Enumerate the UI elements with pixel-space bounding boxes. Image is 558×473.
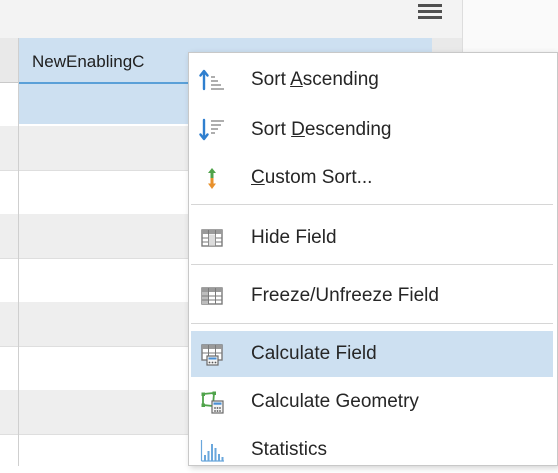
menu-separator: [191, 323, 553, 324]
menu-item-label: Hide Field: [251, 227, 337, 248]
menu-item-statistics[interactable]: Statistics: [191, 427, 553, 473]
menu-item-label: Sort Ascending: [251, 69, 379, 90]
sort-descending-icon: [199, 117, 225, 143]
menu-item-label: Calculate Geometry: [251, 391, 419, 412]
calculate-geometry-icon: [199, 389, 225, 415]
statistics-icon: [199, 437, 225, 463]
menu-icon[interactable]: [418, 4, 442, 22]
context-menu: Sort Ascending Sort Descending Custom So…: [188, 52, 558, 466]
menu-separator: [191, 204, 553, 205]
menu-item-label: Custom Sort...: [251, 167, 373, 188]
menu-item-hide-field[interactable]: Hide Field: [191, 215, 553, 261]
menu-item-freeze-field[interactable]: Freeze/Unfreeze Field: [191, 273, 553, 319]
menu-item-label: Freeze/Unfreeze Field: [251, 285, 439, 306]
freeze-field-icon: [199, 283, 225, 309]
column-header-label[interactable]: NewEnablingC: [32, 52, 144, 72]
menu-item-sort-descending[interactable]: Sort Descending: [191, 107, 553, 153]
custom-sort-icon: [199, 165, 225, 191]
menu-item-label: Statistics: [251, 439, 328, 460]
menu-item-custom-sort[interactable]: Custom Sort...: [191, 155, 553, 201]
column-divider: [18, 38, 19, 466]
menu-item-sort-ascending[interactable]: Sort Ascending: [191, 57, 553, 103]
hide-field-icon: [199, 225, 225, 251]
menu-item-calculate-field[interactable]: Calculate Field: [191, 331, 553, 377]
menu-item-label: Sort Descending: [251, 119, 392, 140]
menu-separator: [191, 264, 553, 265]
table-toolbar: [0, 0, 462, 39]
menu-item-calculate-geometry[interactable]: Calculate Geometry: [191, 379, 553, 425]
calculate-field-icon: [199, 341, 225, 367]
menu-item-label: Calculate Field: [251, 343, 377, 364]
sort-ascending-icon: [199, 67, 225, 93]
